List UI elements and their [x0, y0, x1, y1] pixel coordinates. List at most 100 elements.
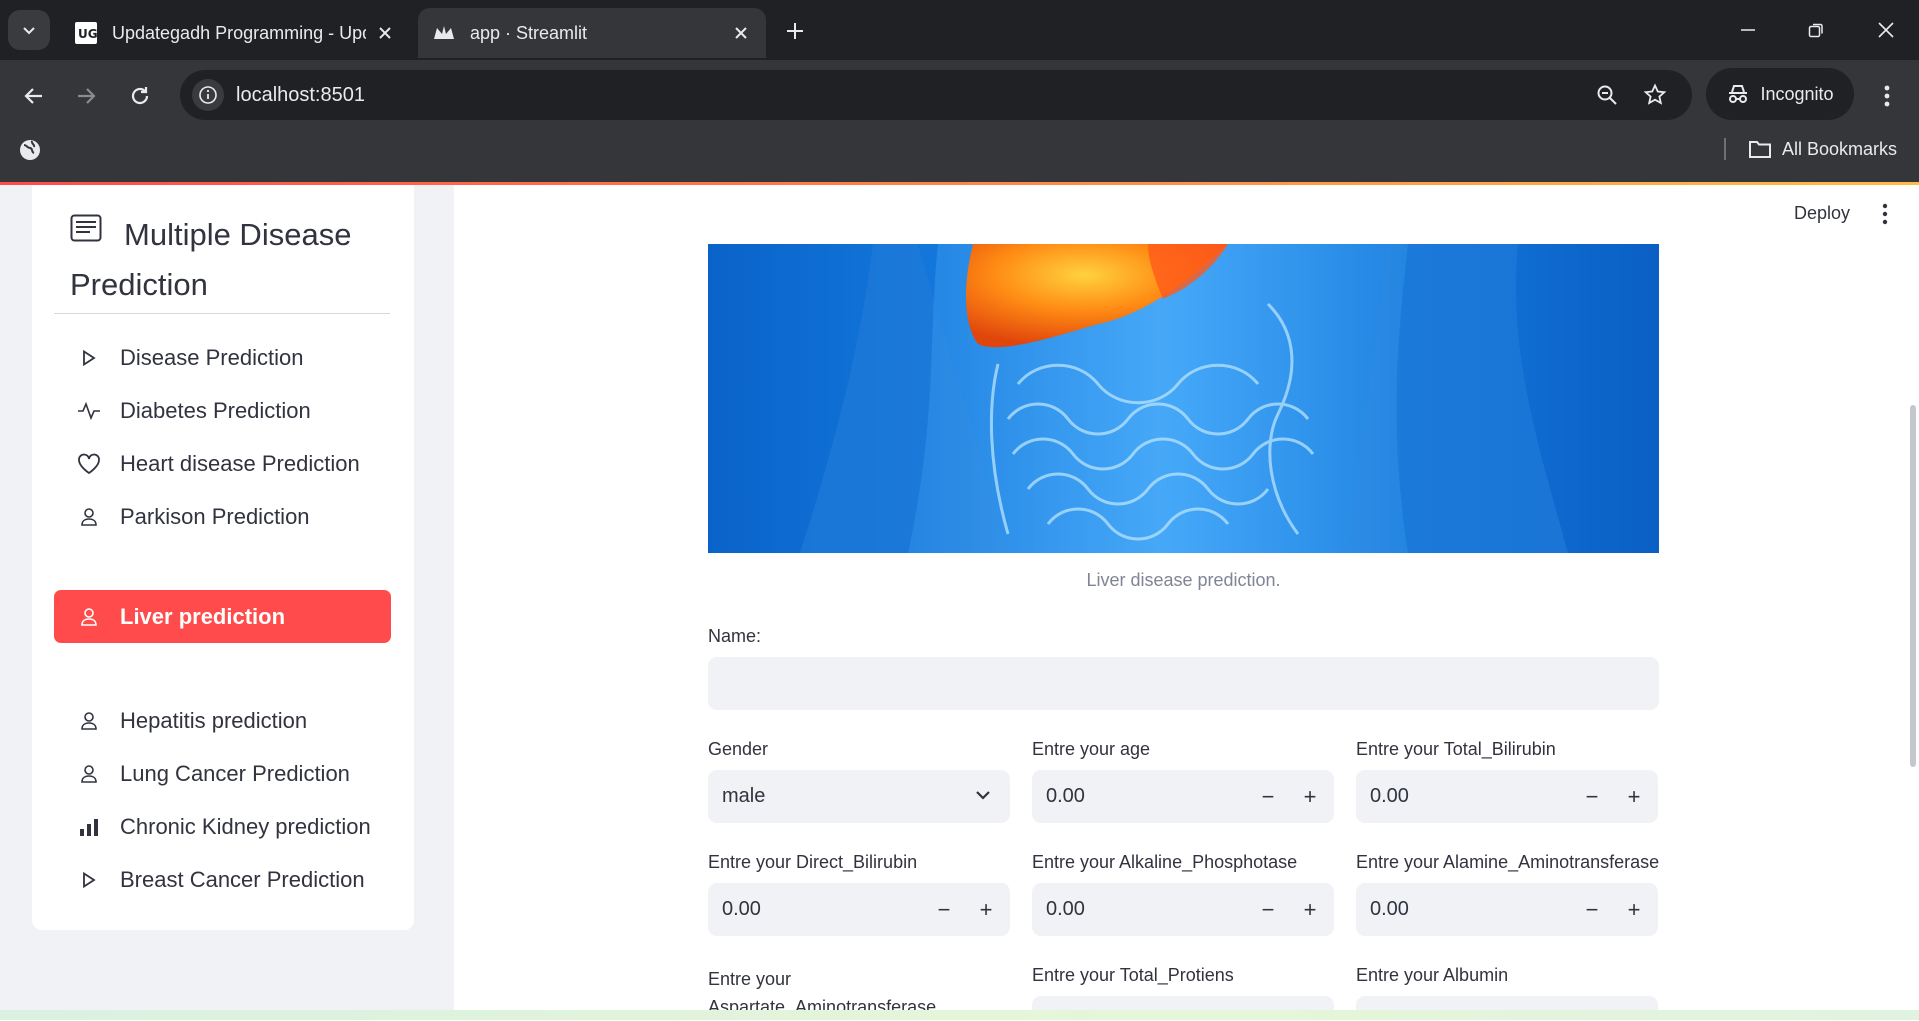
menu-item-label: Lung Cancer Prediction: [120, 760, 350, 786]
increment-button[interactable]: +: [1620, 896, 1648, 924]
ug-logo-icon: UG: [74, 21, 98, 45]
total-bilirubin-value[interactable]: 0.00: [1370, 770, 1409, 823]
close-icon[interactable]: [730, 22, 752, 44]
total-protiens-label: Entre your Total_Protiens: [1032, 965, 1234, 985]
plus-icon: [787, 23, 803, 39]
menu-item-label: Diabetes Prediction: [120, 397, 311, 423]
chevron-down-icon: [23, 27, 35, 35]
deploy-button[interactable]: Deploy: [1794, 203, 1850, 224]
new-tab-button[interactable]: [780, 16, 810, 46]
total-protiens-input[interactable]: [1032, 996, 1334, 1010]
globe-icon[interactable]: [18, 138, 42, 167]
total-bilirubin-label: Entre your Total_Bilirubin: [1356, 739, 1556, 759]
profile-label: Incognito: [1760, 83, 1834, 104]
increment-button[interactable]: +: [1620, 783, 1648, 811]
albumin-input[interactable]: [1356, 996, 1658, 1010]
all-bookmarks-button[interactable]: All Bookmarks: [1748, 134, 1897, 164]
more-vert-icon: [1884, 85, 1890, 107]
albumin-label: Entre your Albumin: [1356, 965, 1509, 985]
incognito-profile-button[interactable]: Incognito: [1706, 68, 1854, 120]
site-info-icon[interactable]: [192, 79, 224, 111]
menu-item-hepatitis-prediction[interactable]: Hepatitis prediction: [54, 694, 391, 747]
increment-button[interactable]: +: [1296, 783, 1324, 811]
browser-toolbar: localhost:8501 Incognito: [0, 60, 1919, 130]
list-icon: [70, 208, 102, 256]
total-bilirubin-input[interactable]: 0.00 − +: [1356, 770, 1658, 823]
decrement-button[interactable]: −: [1578, 896, 1606, 924]
restore-button[interactable]: [1792, 10, 1840, 50]
alamine-aminotransferase-value[interactable]: 0.00: [1370, 883, 1409, 936]
menu-item-label: Liver prediction: [120, 603, 286, 629]
streamlit-crown-icon: [432, 21, 456, 45]
all-bookmarks-label: All Bookmarks: [1782, 138, 1898, 159]
menu-item-label: Chronic Kidney prediction: [120, 813, 371, 839]
decrement-button[interactable]: −: [1578, 783, 1606, 811]
forward-button[interactable]: [66, 76, 106, 116]
increment-button[interactable]: +: [1296, 896, 1324, 924]
decrement-button[interactable]: −: [1254, 783, 1282, 811]
star-icon[interactable]: [1640, 80, 1670, 110]
liver-anatomy-image: [708, 244, 1659, 553]
play-icon: [74, 349, 104, 366]
age-value[interactable]: 0.00: [1046, 770, 1085, 823]
person-icon: [74, 607, 104, 627]
bar-chart-icon: [74, 818, 104, 836]
menu-title: Multiple Disease Prediction: [70, 211, 390, 309]
tab-search-button[interactable]: [8, 10, 50, 50]
arrow-right-icon: [78, 88, 96, 104]
menu-item-chronic-kidney-prediction[interactable]: Chronic Kidney prediction: [54, 800, 391, 853]
age-number-input[interactable]: 0.00 − +: [1032, 770, 1334, 823]
menu-item-breast-cancer-prediction[interactable]: Breast Cancer Prediction: [54, 853, 391, 906]
browser-menu-button[interactable]: [1872, 78, 1902, 114]
play-icon: [74, 871, 104, 888]
scrollbar-thumb[interactable]: [1910, 405, 1916, 767]
alkaline-phosphotase-input[interactable]: 0.00 − +: [1032, 883, 1334, 936]
decrement-button[interactable]: −: [930, 896, 958, 924]
incognito-icon: [1729, 85, 1748, 103]
restore-icon: [1808, 23, 1823, 38]
tab-updategadh[interactable]: UG Updategadh Programming - Updategadh: [60, 8, 410, 58]
tab-streamlit-app[interactable]: app · Streamlit: [418, 8, 766, 58]
increment-button[interactable]: +: [972, 896, 1000, 924]
folder-icon: [1749, 141, 1771, 158]
alkaline-phosphotase-label: Entre your Alkaline_Phosphotase: [1032, 852, 1298, 872]
back-button[interactable]: [14, 76, 54, 116]
url-text[interactable]: localhost:8501: [236, 70, 365, 120]
menu-item-heart-disease-prediction[interactable]: Heart disease Prediction: [54, 437, 391, 490]
menu-item-diabetes-prediction[interactable]: Diabetes Prediction: [54, 384, 391, 437]
close-icon: [1878, 22, 1894, 38]
reload-icon: [131, 87, 149, 105]
minimize-button[interactable]: [1724, 10, 1772, 50]
direct-bilirubin-input[interactable]: 0.00 − +: [708, 883, 1010, 936]
menu-item-label: Breast Cancer Prediction: [120, 866, 365, 892]
browser-tab-strip: UG Updategadh Programming - Updategadh a…: [0, 0, 1919, 60]
option-menu: Multiple Disease Prediction Disease Pred…: [32, 185, 414, 930]
menu-item-label: Heart disease Prediction: [120, 450, 360, 476]
person-icon: [74, 507, 104, 527]
heart-icon: [74, 453, 104, 475]
reload-button[interactable]: [120, 76, 160, 116]
name-input[interactable]: [708, 657, 1659, 710]
alamine-aminotransferase-label: Entre your Alamine_Aminotransferase: [1356, 852, 1660, 872]
app-menu-button[interactable]: [1882, 203, 1888, 230]
image-caption: Liver disease prediction.: [1086, 570, 1281, 590]
alamine-aminotransferase-input[interactable]: 0.00 − +: [1356, 883, 1658, 936]
gender-select[interactable]: male: [708, 770, 1010, 823]
decrement-button[interactable]: −: [1254, 896, 1282, 924]
menu-item-label: Hepatitis prediction: [120, 707, 308, 733]
menu-item-lung-cancer-prediction[interactable]: Lung Cancer Prediction: [54, 747, 391, 800]
person-icon: [74, 711, 104, 731]
menu-item-parkison-prediction[interactable]: Parkison Prediction: [54, 490, 391, 543]
menu-item-liver-prediction[interactable]: Liver prediction: [54, 590, 391, 643]
zoom-icon[interactable]: [1592, 80, 1622, 110]
window-close-button[interactable]: [1862, 10, 1910, 50]
menu-item-disease-prediction[interactable]: Disease Prediction: [54, 331, 391, 384]
address-bar[interactable]: localhost:8501: [180, 70, 1692, 120]
tab-title: app · Streamlit: [470, 22, 588, 43]
close-icon[interactable]: [374, 22, 396, 44]
chevron-down-icon: [974, 786, 992, 810]
os-taskbar-edge: [0, 1010, 1919, 1020]
more-vert-icon: [1882, 203, 1888, 225]
direct-bilirubin-value[interactable]: 0.00: [722, 883, 761, 936]
alkaline-phosphotase-value[interactable]: 0.00: [1046, 883, 1085, 936]
